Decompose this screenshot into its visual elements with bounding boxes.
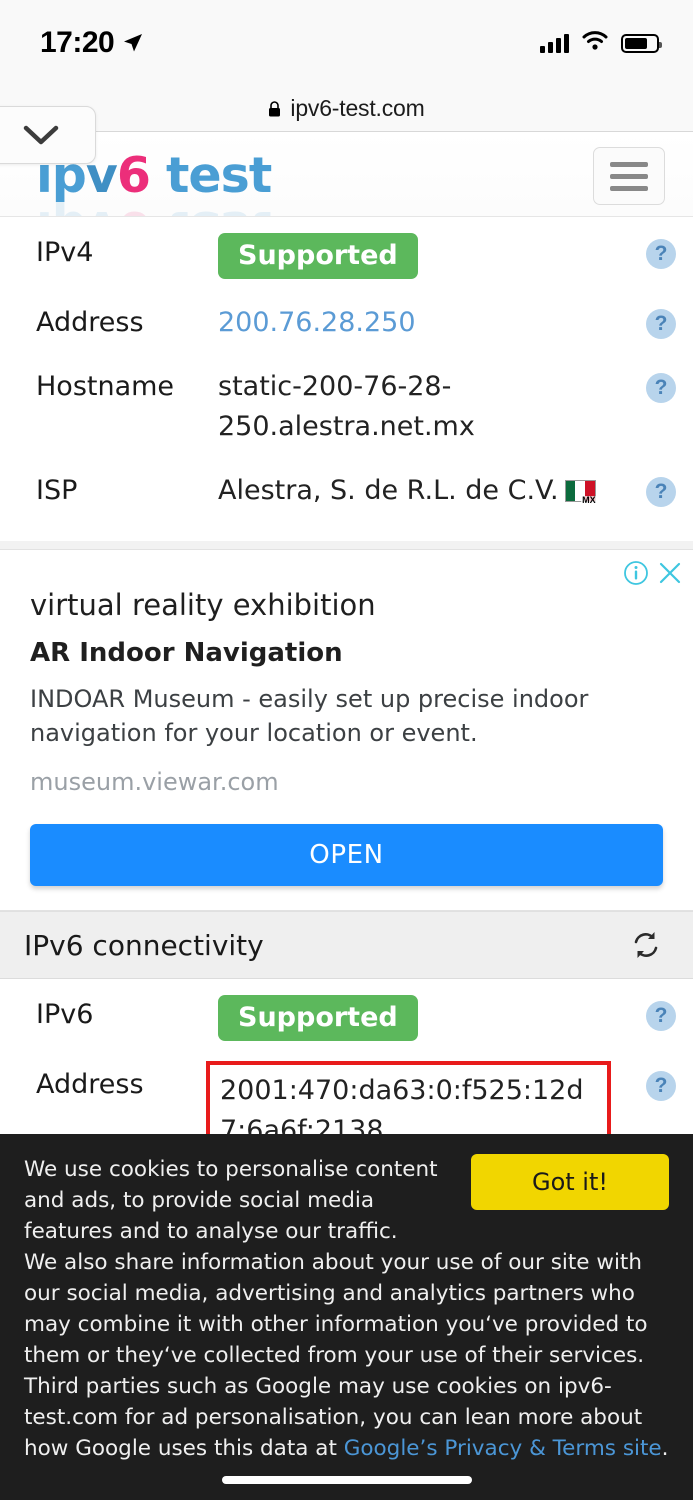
location-arrow-icon	[123, 33, 143, 53]
row-value: Supported	[218, 233, 629, 279]
ipv6-section-header: IPv6 connectivity	[0, 911, 693, 979]
site-header: ipv6 test ipv6 test	[0, 132, 693, 217]
help-question-icon[interactable]: ?	[646, 1071, 676, 1101]
help-question-icon[interactable]: ?	[646, 239, 676, 269]
site-logo-reflection: ipv6 test	[36, 200, 271, 216]
cookie-text-tail: .	[661, 1436, 669, 1461]
browser-address-bar[interactable]: ipv6-test.com	[0, 86, 693, 132]
advertisement[interactable]: virtual reality exhibition AR Indoor Nav…	[0, 549, 693, 911]
mexico-flag-icon: MX	[564, 480, 597, 505]
table-row: Hostname static-200-76-28-250.alestra.ne…	[0, 355, 693, 459]
ad-open-button[interactable]: OPEN	[30, 824, 663, 886]
help-question-icon[interactable]: ?	[646, 1001, 676, 1031]
chevron-down-icon[interactable]	[0, 106, 96, 164]
wifi-icon	[582, 31, 608, 55]
section-title: IPv6 connectivity	[24, 928, 264, 962]
table-row: IPv6 Supported ?	[0, 983, 693, 1053]
cookie-text-line2: We also share information about your use…	[24, 1247, 669, 1464]
row-label: Address	[36, 307, 144, 338]
row-help[interactable]: ?	[629, 367, 693, 403]
table-row: ISP Alestra, S. de R.L. de C.V. MX ?	[0, 459, 693, 523]
table-row: IPv4 Supported ?	[0, 221, 693, 291]
hamburger-menu-icon[interactable]	[593, 147, 665, 205]
cookie-accept-button[interactable]: Got it!	[471, 1154, 669, 1210]
row-label: IPv6	[36, 999, 94, 1030]
isp-value: Alestra, S. de R.L. de C.V. MX	[218, 471, 629, 511]
ad-headline: virtual reality exhibition	[30, 588, 376, 622]
lock-icon	[268, 100, 281, 117]
ad-controls	[623, 560, 683, 586]
status-bar-left: 17:20	[40, 26, 143, 60]
clock-time: 17:20	[40, 26, 115, 59]
logo-reflect-v: v	[86, 200, 117, 216]
ipv4-address-value[interactable]: 200.76.28.250	[218, 303, 629, 343]
row-label: Hostname	[36, 371, 175, 402]
row-help[interactable]: ?	[629, 1065, 693, 1101]
refresh-icon[interactable]	[629, 928, 663, 962]
cookie-text-body: We also share information about your use…	[24, 1250, 648, 1461]
close-x-icon[interactable]	[657, 560, 683, 586]
ios-home-indicator[interactable]	[221, 1476, 472, 1484]
status-badge: Supported	[218, 995, 418, 1041]
isp-name: Alestra, S. de R.L. de C.V.	[218, 475, 559, 506]
row-label: IPv4	[36, 237, 94, 268]
hostname-value: static-200-76-28-250.alestra.net.mx	[218, 371, 475, 442]
table-row: Address 200.76.28.250 ?	[0, 291, 693, 355]
row-value: Supported	[218, 995, 629, 1041]
logo-test: test	[149, 147, 272, 204]
ad-subheadline: AR Indoor Navigation	[30, 638, 343, 668]
cellular-signal-icon	[540, 33, 569, 53]
status-badge: Supported	[218, 233, 418, 279]
info-circle-icon[interactable]	[623, 560, 649, 586]
cookie-consent-banner: Got it! We use cookies to personalise co…	[0, 1134, 693, 1500]
row-label: Address	[36, 1069, 144, 1100]
logo-reflect-6: 6	[117, 200, 150, 216]
logo-reflect-test: test	[150, 200, 271, 216]
advertisement-container: virtual reality exhibition AR Indoor Nav…	[0, 541, 693, 911]
ipv4-info-table: IPv4 Supported ? Address 200.76.28.250 ?…	[0, 217, 693, 541]
ad-display-url: museum.viewar.com	[30, 768, 279, 796]
help-question-icon[interactable]: ?	[646, 477, 676, 507]
row-help[interactable]: ?	[629, 303, 693, 339]
ios-status-bar: 17:20	[0, 0, 693, 86]
row-help[interactable]: ?	[629, 471, 693, 507]
row-help[interactable]: ?	[629, 995, 693, 1031]
google-privacy-terms-link[interactable]: Google’s Privacy & Terms site	[344, 1436, 662, 1461]
logo-6: 6	[116, 147, 151, 204]
battery-icon	[621, 33, 662, 53]
help-question-icon[interactable]: ?	[646, 373, 676, 403]
url-text: ipv6-test.com	[290, 95, 425, 121]
row-label: ISP	[36, 475, 78, 506]
flag-country-code: MX	[581, 495, 597, 505]
ad-description: INDOAR Museum - easily set up precise in…	[30, 685, 589, 747]
help-question-icon[interactable]: ?	[646, 309, 676, 339]
status-bar-right	[540, 31, 662, 55]
row-help[interactable]: ?	[629, 233, 693, 269]
logo-reflect-ip: ip	[36, 200, 86, 216]
